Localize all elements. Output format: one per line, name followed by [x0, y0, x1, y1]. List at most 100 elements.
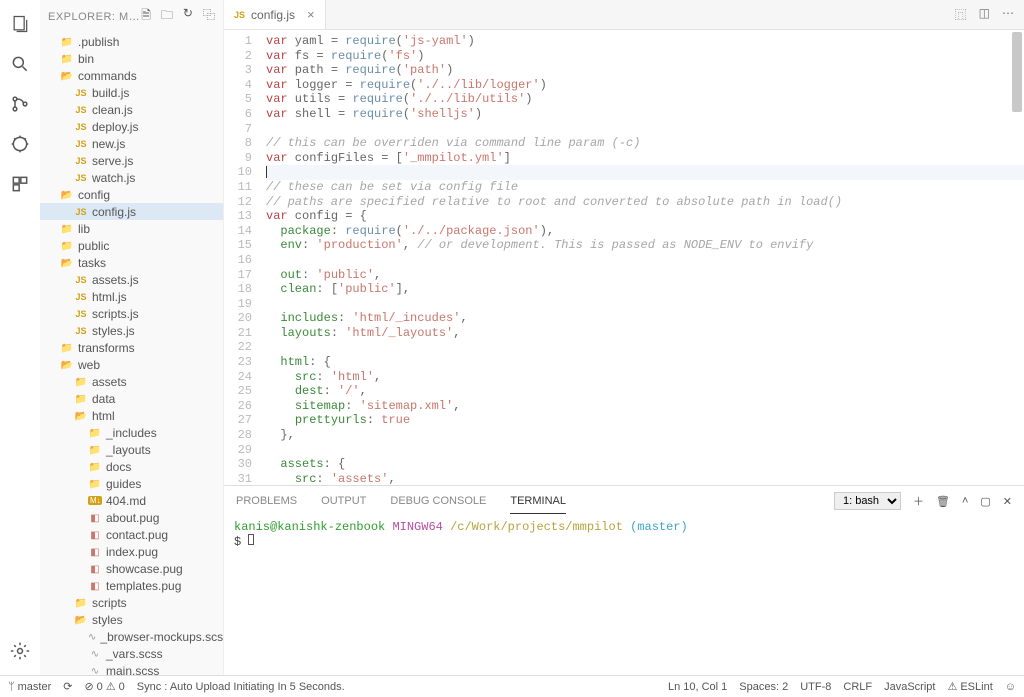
tree-item[interactable]: styles.js — [40, 322, 223, 339]
tree-item[interactable]: new.js — [40, 135, 223, 152]
tree-item[interactable]: docs — [40, 458, 223, 475]
status-eol[interactable]: CRLF — [843, 681, 872, 693]
new-terminal-icon[interactable]: ＋ — [913, 493, 924, 509]
panel-tab-debug-console[interactable]: DEBUG CONSOLE — [390, 495, 486, 507]
tree-item[interactable]: public — [40, 237, 223, 254]
folder-icon — [88, 478, 102, 490]
panel-maximize-icon[interactable]: ▢ — [980, 495, 990, 508]
search-icon[interactable] — [0, 44, 40, 84]
files-icon[interactable] — [0, 4, 40, 44]
panel-close-icon[interactable]: ✕ — [1003, 495, 1012, 508]
refresh-icon[interactable]: ↻ — [183, 6, 193, 27]
code-editor[interactable]: 1234567891011121314151617181920212223242… — [224, 30, 1024, 485]
new-file-icon[interactable]: 🗎 — [141, 6, 151, 27]
tree-item[interactable]: _browser-mockups.scss — [40, 628, 223, 645]
collapse-icon[interactable]: ⿻ — [203, 6, 215, 27]
js-file-icon — [74, 275, 88, 285]
tree-item[interactable]: main.scss — [40, 662, 223, 675]
tree-item[interactable]: tasks — [40, 254, 223, 271]
tab-config-js[interactable]: config.js × — [224, 0, 326, 29]
js-file-icon — [74, 88, 88, 98]
tree-item[interactable]: _layouts — [40, 441, 223, 458]
tree-item-label: config — [78, 188, 110, 202]
new-folder-icon[interactable]: 🗀 — [161, 6, 173, 27]
tree-item[interactable]: 404.md — [40, 492, 223, 509]
panel-tab-problems[interactable]: PROBLEMS — [236, 495, 297, 507]
status-spaces[interactable]: Spaces: 2 — [739, 681, 788, 693]
js-file-icon — [234, 10, 245, 20]
tree-item[interactable]: contact.pug — [40, 526, 223, 543]
folder-icon — [88, 461, 102, 473]
tree-item[interactable]: _includes — [40, 424, 223, 441]
tree-item[interactable]: assets — [40, 373, 223, 390]
tree-item[interactable]: data — [40, 390, 223, 407]
status-eslint[interactable]: ESLint — [947, 680, 992, 693]
tree-item[interactable]: scripts.js — [40, 305, 223, 322]
tree-item-label: deploy.js — [92, 120, 138, 134]
tree-item[interactable]: about.pug — [40, 509, 223, 526]
tree-item[interactable]: watch.js — [40, 169, 223, 186]
file-tree[interactable]: .publish bincommandsbuild.jsclean.js deplo… — [40, 33, 223, 675]
split-editor-icon[interactable]: ◫ — [979, 6, 990, 23]
tree-item[interactable]: build.js — [40, 84, 223, 101]
tree-item[interactable]: lib — [40, 220, 223, 237]
status-enc[interactable]: UTF-8 — [800, 681, 831, 693]
tree-item-label: lib — [78, 222, 90, 236]
tree-item[interactable]: clean.js — [40, 101, 223, 118]
tree-item-label: bin — [78, 52, 94, 66]
tree-item-label: assets.js — [92, 273, 139, 287]
tree-item[interactable]: html — [40, 407, 223, 424]
tree-item[interactable]: styles — [40, 611, 223, 628]
tree-item[interactable]: assets.js — [40, 271, 223, 288]
status-errors[interactable]: ⊘ 0 ⚠ 0 — [84, 680, 124, 693]
panel-tabs: PROBLEMSOUTPUTDEBUG CONSOLETERMINAL — [236, 495, 590, 507]
pug-file-icon — [88, 546, 102, 558]
terminal[interactable]: kanis@kanishk-zenbook MINGW64 /c/Work/pr… — [224, 516, 1024, 675]
folder-icon — [60, 223, 74, 235]
folder-icon — [60, 189, 74, 201]
panel-tab-output[interactable]: OUTPUT — [321, 495, 366, 507]
tree-item-label: scripts.js — [92, 307, 139, 321]
tree-item[interactable]: guides — [40, 475, 223, 492]
git-icon[interactable] — [0, 84, 40, 124]
tree-item[interactable]: deploy.js — [40, 118, 223, 135]
term-user: kanis@kanishk-zenbook — [234, 520, 385, 534]
code-content[interactable]: var yaml = require('js-yaml')var fs = re… — [266, 30, 1024, 485]
more-icon[interactable]: ⋯ — [1002, 6, 1014, 23]
tree-item[interactable]: config.js — [40, 203, 223, 220]
tree-item[interactable]: index.pug — [40, 543, 223, 560]
tree-item-label: about.pug — [106, 511, 159, 525]
tree-item-label: _browser-mockups.scss — [100, 630, 223, 644]
debug-icon[interactable] — [0, 124, 40, 164]
tree-item[interactable]: _vars.scss — [40, 645, 223, 662]
kill-terminal-icon[interactable]: 🗑 — [936, 495, 950, 508]
status-sync-icon[interactable]: ⟳ — [63, 680, 72, 693]
tree-item[interactable]: .publish — [40, 33, 223, 50]
js-file-icon — [74, 292, 88, 302]
tree-item[interactable]: templates.pug — [40, 577, 223, 594]
tree-item[interactable]: web — [40, 356, 223, 373]
tree-item[interactable]: scripts — [40, 594, 223, 611]
tree-item[interactable]: showcase.pug — [40, 560, 223, 577]
settings-gear-icon[interactable] — [0, 631, 40, 671]
js-file-icon — [74, 122, 88, 132]
tree-item[interactable]: html.js — [40, 288, 223, 305]
panel-up-icon[interactable]: ˄ — [962, 495, 968, 507]
panel-tab-terminal[interactable]: TERMINAL — [510, 495, 566, 514]
tree-item[interactable]: serve.js — [40, 152, 223, 169]
tree-item[interactable]: bin — [40, 50, 223, 67]
status-branch[interactable]: ᛘ master — [8, 681, 51, 693]
compare-icon[interactable]: ⿵ — [955, 6, 967, 23]
status-feedback-icon[interactable]: ☺ — [1005, 681, 1016, 693]
close-icon[interactable]: × — [307, 7, 315, 22]
status-lang[interactable]: JavaScript — [884, 681, 935, 693]
extensions-icon[interactable] — [0, 164, 40, 204]
tree-item[interactable]: transforms — [40, 339, 223, 356]
tree-item[interactable]: commands — [40, 67, 223, 84]
md-file-icon — [88, 496, 102, 505]
vertical-scrollbar[interactable] — [1012, 32, 1022, 112]
tree-item[interactable]: config — [40, 186, 223, 203]
status-lncol[interactable]: Ln 10, Col 1 — [668, 681, 727, 693]
tree-item-label: html — [92, 409, 115, 423]
terminal-select[interactable]: 1: bash — [834, 492, 901, 510]
